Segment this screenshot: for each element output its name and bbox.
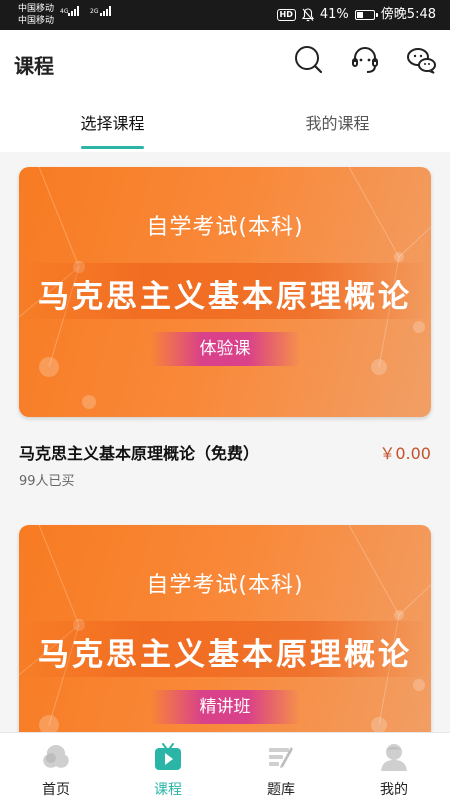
home-icon (43, 745, 69, 768)
signal-icon (68, 6, 79, 16)
hd-icon: HD (276, 9, 296, 21)
tab-select-course[interactable]: 选择课程 (0, 96, 225, 152)
banner-tag: 精讲班 (150, 690, 300, 724)
course-banner[interactable]: 自学考试(本科) 马克思主义基本原理概论 精讲班 (19, 525, 431, 732)
tab-my-courses[interactable]: 我的课程 (225, 96, 450, 152)
nav-label: 课程 (154, 782, 182, 798)
nav-label: 我的 (380, 782, 408, 798)
customer-service-icon[interactable] (349, 44, 381, 76)
carrier-1: 中国移动 (18, 4, 55, 14)
nav-courses[interactable]: 课程 (112, 733, 224, 800)
bottom-nav: 首页 课程 题库 我的 (0, 732, 450, 800)
nav-question-bank[interactable]: 题库 (225, 733, 337, 800)
status-bar: 中国移动 中国移动 4G 2G HD 41% 傍晚5:48 (0, 0, 450, 30)
status-time: 傍晚5:48 (380, 7, 436, 22)
status-right: HD 41% 傍晚5:48 (276, 6, 436, 24)
course-tabs: 选择课程 我的课程 (0, 96, 450, 152)
course-list[interactable]: 自学考试(本科) 马克思主义基本原理概论 体验课 马克思主义基本原理概论（免费）… (0, 152, 450, 732)
question-bank-icon (269, 747, 293, 768)
nav-home[interactable]: 首页 (0, 733, 112, 800)
chat-icon[interactable] (405, 44, 437, 76)
battery-icon (354, 10, 378, 20)
course-sold-count: 99人已买 (19, 474, 75, 489)
nav-label: 首页 (42, 782, 70, 798)
app-header: 课程 (0, 30, 450, 96)
page-title: 课程 (14, 54, 54, 78)
banner-subtitle: 自学考试(本科) (146, 215, 304, 240)
nav-label: 题库 (267, 782, 295, 798)
network-type-2: 2G (90, 8, 99, 15)
course-name[interactable]: 马克思主义基本原理概论（免费） (19, 440, 259, 464)
search-icon[interactable] (293, 44, 325, 76)
tab-active-indicator (81, 146, 144, 149)
banner-title: 马克思主义基本原理概论 (38, 279, 412, 315)
course-price: ￥0.00 (379, 444, 431, 463)
banner-tag: 体验课 (150, 332, 300, 366)
signal-icon (100, 6, 111, 16)
banner-subtitle: 自学考试(本科) (146, 573, 304, 598)
banner-title: 马克思主义基本原理概论 (38, 637, 412, 673)
nav-profile[interactable]: 我的 (338, 733, 450, 800)
carrier-2: 中国移动 (18, 16, 55, 26)
course-play-icon (155, 743, 181, 770)
course-banner[interactable]: 自学考试(本科) 马克思主义基本原理概论 体验课 (19, 167, 431, 417)
battery-percent: 41% (319, 7, 349, 22)
mute-bell-icon (301, 8, 314, 22)
profile-icon (381, 744, 407, 771)
